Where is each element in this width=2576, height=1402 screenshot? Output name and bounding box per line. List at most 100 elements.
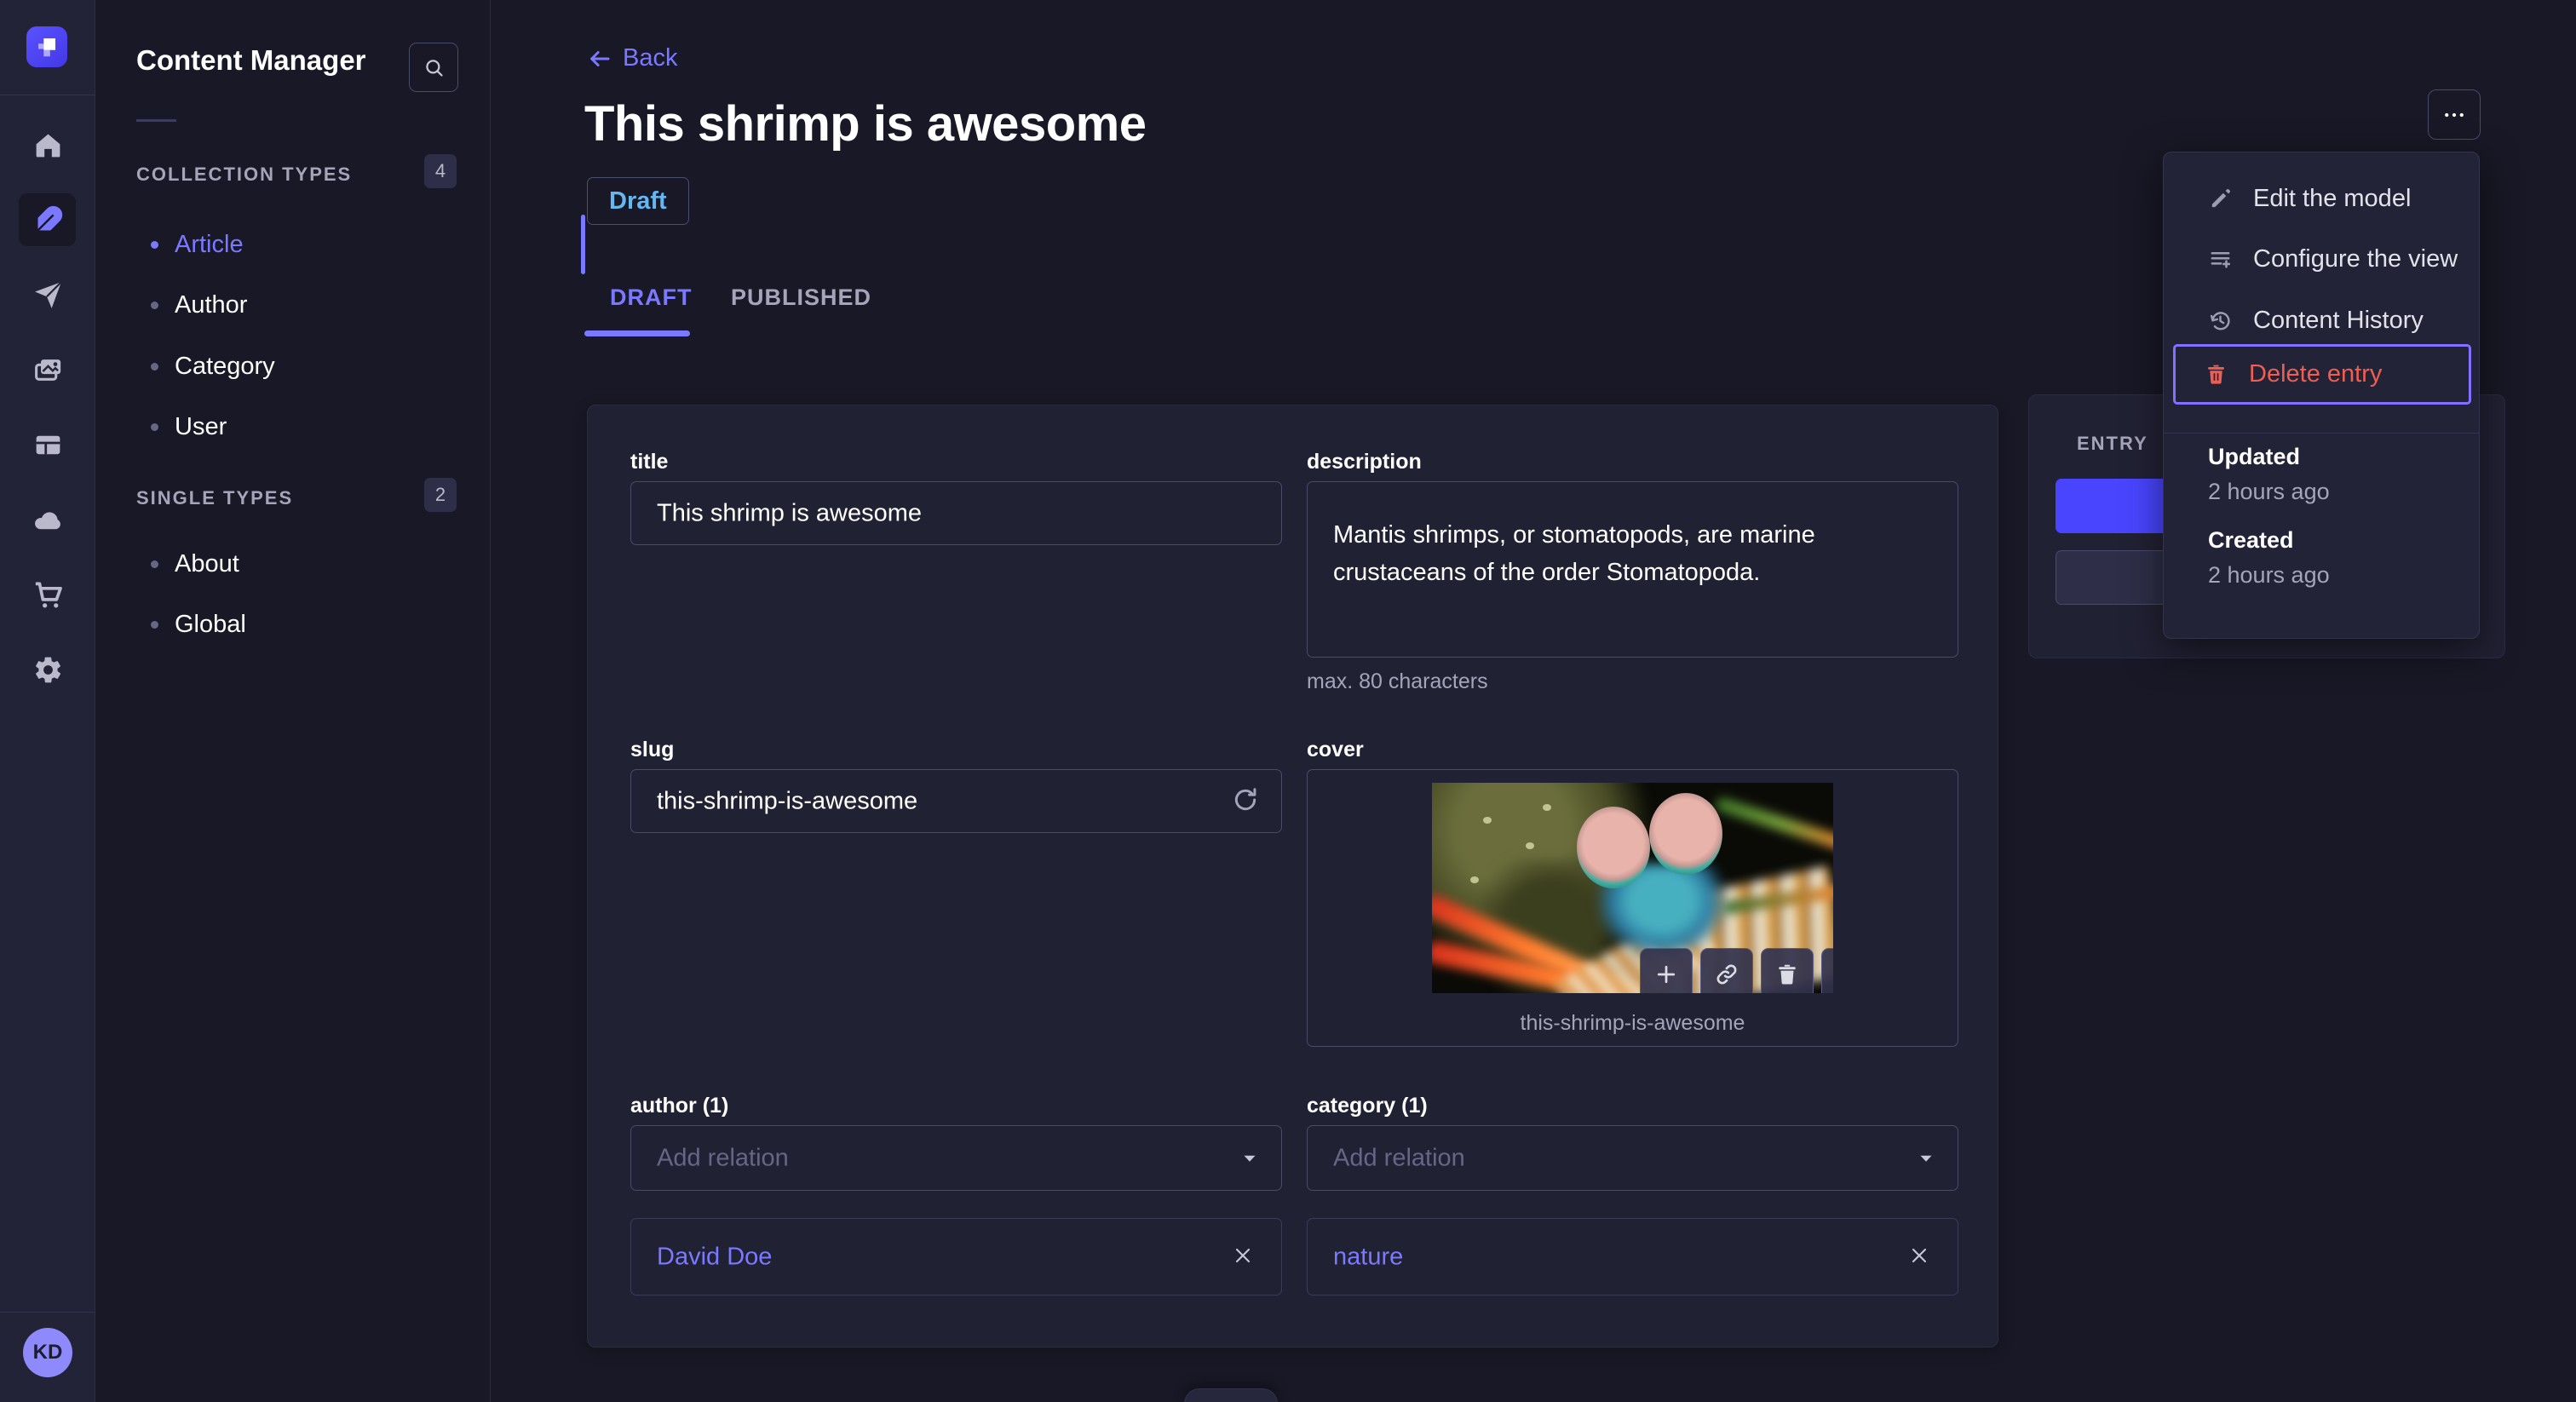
sidebar-item-releases[interactable] [0, 257, 95, 332]
author-relation-item: David Doe [630, 1218, 1282, 1296]
add-media-button[interactable] [1640, 948, 1693, 993]
menu-item-configure-the-view[interactable]: Configure the view [2177, 229, 2467, 290]
bottom-widget[interactable] [1184, 1388, 1278, 1402]
page-title: This shrimp is awesome [584, 96, 1147, 152]
created-label: Created [2208, 527, 2294, 553]
updated-label: Updated [2208, 444, 2300, 469]
plus-icon [1657, 965, 1676, 984]
sidebar-item-marketplace[interactable] [0, 557, 95, 632]
link-icon [1716, 964, 1737, 985]
single-types-count-badge: 2 [424, 478, 457, 512]
sidebar-item-content-manager[interactable] [0, 182, 95, 257]
history-icon [2210, 312, 2230, 330]
subnav-item-global[interactable]: Global [95, 595, 490, 654]
description-field-label: description [1307, 450, 1422, 474]
pencil-icon [2211, 189, 2230, 208]
category-field-label: category (1) [1307, 1094, 1428, 1118]
ellipsis-icon [2445, 112, 2464, 117]
section-single-types: SINGLE TYPES [136, 487, 294, 509]
collection-types-count-badge: 4 [424, 154, 457, 188]
subnav-item-author[interactable]: Author [95, 275, 490, 335]
remove-author-relation-button[interactable] [1228, 1243, 1257, 1272]
cover-media-field: this-shrimp-is-awesome [1307, 769, 1958, 1047]
copy-link-button[interactable] [1700, 948, 1753, 993]
active-item-indicator [581, 215, 585, 274]
sidebar-item-content-type-builder[interactable] [0, 407, 95, 482]
cover-image-art [1577, 807, 1650, 888]
status-badge: Draft [587, 177, 689, 225]
sidebar-item-media-library[interactable] [0, 332, 95, 407]
more-actions-button[interactable] [2428, 89, 2481, 140]
home-icon [36, 134, 60, 157]
edit-media-button[interactable] [1821, 948, 1833, 993]
active-tab-indicator [584, 330, 690, 336]
back-link[interactable]: Back [587, 44, 677, 72]
description-textarea[interactable]: Mantis shrimps, or stomatopods, are mari… [1307, 481, 1958, 658]
content-manager-subnav: Content Manager COLLECTION TYPES 4 Artic… [95, 0, 585, 1402]
subnav-title: Content Manager [136, 44, 366, 76]
feather-icon [35, 205, 62, 233]
category-relation-item: nature [1307, 1218, 1958, 1296]
subnav-item-category[interactable]: Category [95, 336, 490, 396]
section-collection-types: COLLECTION TYPES [136, 164, 353, 185]
sidebar-divider [0, 1312, 95, 1313]
arrow-left-icon [590, 50, 610, 66]
slug-field-label: slug [630, 738, 675, 761]
cover-image-actions [1640, 948, 1833, 993]
caret-down-icon [1920, 1155, 1932, 1162]
slug-input[interactable]: this-shrimp-is-awesome [630, 769, 1282, 833]
category-relation-link[interactable]: nature [1333, 1243, 1403, 1271]
cart-icon [35, 582, 62, 607]
layout-icon [36, 435, 60, 454]
remove-category-relation-button[interactable] [1905, 1243, 1934, 1272]
title-input[interactable]: This shrimp is awesome [630, 481, 1282, 545]
entry-panel-title: ENTRY [2077, 433, 2148, 454]
more-actions-menu: Edit the model Configure the view Conten… [2163, 152, 2480, 639]
caret-down-icon [1244, 1155, 1256, 1162]
list-settings-icon [2211, 251, 2231, 268]
bullet-icon [151, 362, 158, 371]
regenerate-slug-button[interactable] [1228, 784, 1262, 819]
category-relation-select[interactable]: Add relation [1307, 1125, 1958, 1191]
close-icon [1912, 1248, 1927, 1263]
author-field-label: author (1) [630, 1094, 729, 1118]
subnav-item-about[interactable]: About [95, 534, 490, 594]
menu-item-content-history[interactable]: Content History [2177, 290, 2467, 351]
trash-icon [1779, 964, 1796, 985]
bullet-icon [151, 240, 158, 249]
author-relation-select[interactable]: Add relation [630, 1125, 1282, 1191]
subnav-divider [136, 119, 176, 122]
cover-image-art [1714, 796, 1833, 852]
search-icon [425, 59, 443, 77]
refresh-icon [1234, 788, 1256, 811]
title-field-label: title [630, 450, 669, 474]
subnav-item-user[interactable]: User [95, 397, 490, 457]
menu-item-delete-entry[interactable]: Delete entry [2173, 344, 2471, 405]
bullet-icon [151, 422, 158, 431]
cover-field-label: cover [1307, 738, 1364, 761]
sidebar-item-deploy[interactable] [0, 482, 95, 557]
created-value: 2 hours ago [2208, 562, 2330, 588]
main-nav-sidebar: KD [0, 0, 95, 1402]
sidebar-item-settings[interactable] [0, 632, 95, 707]
cover-image[interactable] [1432, 783, 1833, 993]
tab-published[interactable]: PUBLISHED [731, 284, 871, 311]
user-avatar[interactable]: KD [23, 1328, 72, 1377]
updated-value: 2 hours ago [2208, 479, 2330, 504]
search-button[interactable] [409, 43, 458, 92]
strapi-logo-icon[interactable] [26, 26, 67, 67]
subnav-item-article[interactable]: Article [95, 215, 490, 274]
sidebar-item-home[interactable] [0, 107, 95, 182]
menu-divider [2164, 433, 2479, 434]
send-icon [34, 280, 62, 308]
logo-cell [0, 0, 95, 95]
tab-draft[interactable]: DRAFT [610, 284, 692, 311]
delete-media-button[interactable] [1761, 948, 1814, 993]
bullet-icon [151, 620, 158, 629]
cover-image-art [1649, 793, 1722, 875]
cover-caption: this-shrimp-is-awesome [1520, 1011, 1745, 1035]
menu-item-edit-the-model[interactable]: Edit the model [2177, 169, 2467, 229]
bullet-icon [151, 301, 158, 309]
author-relation-link[interactable]: David Doe [657, 1243, 772, 1271]
description-hint: max. 80 characters [1307, 669, 1488, 693]
